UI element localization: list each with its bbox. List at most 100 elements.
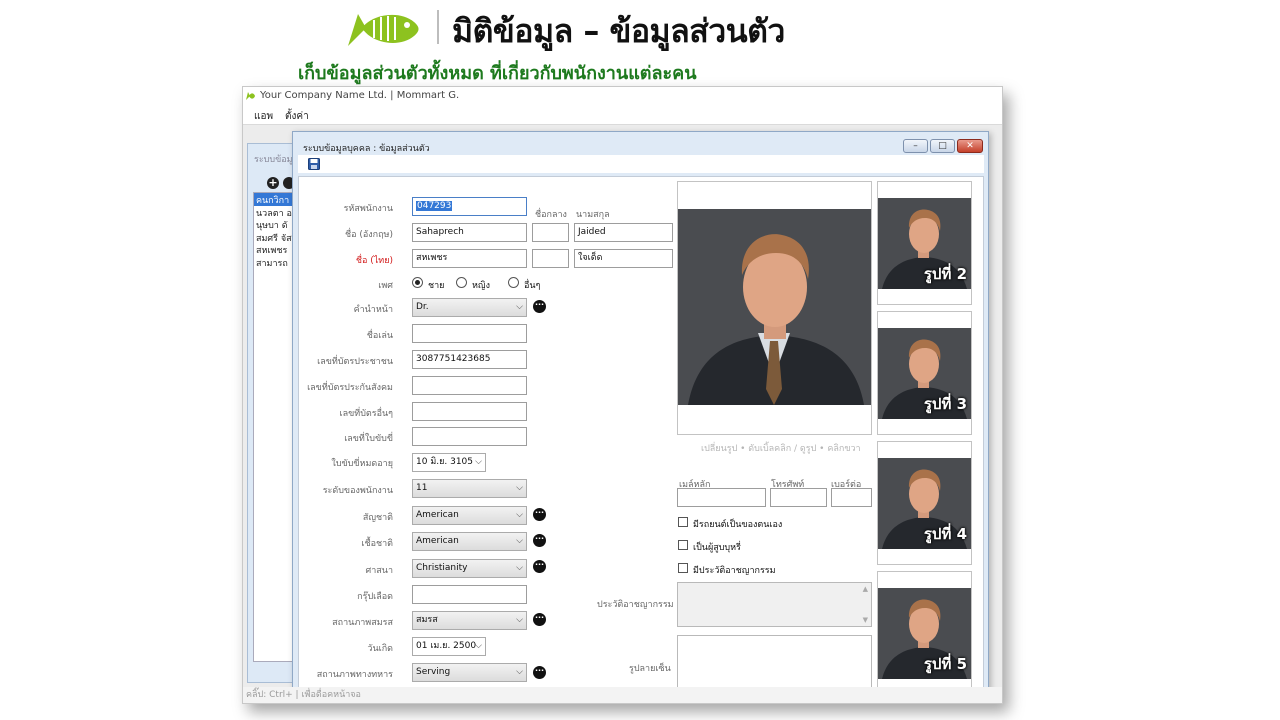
list-item[interactable]: สหเพชร [254,243,292,256]
first-name-en-input[interactable]: Sahaprech [412,223,527,242]
list-item[interactable]: สมศรี จัส [254,231,292,244]
list-item[interactable]: นุษบา ดั [254,218,292,231]
thumb-frame[interactable]: รูปที่ 3 [877,311,972,435]
chevron-down-icon: ⌵ [475,641,482,651]
smoker-checkbox[interactable] [678,540,688,550]
nickname-input[interactable] [412,324,527,343]
middle-name-th-input[interactable] [532,249,569,268]
id-card-label: เลขที่บัตรประชาชน [317,357,393,367]
chevron-down-icon: ⌵ [516,615,523,625]
fish-logo-icon [348,14,419,46]
thumb-frame[interactable]: รูปที่ 5 [877,571,972,690]
race-label: เชื้อชาติ [361,539,393,549]
military-select[interactable]: Serving ⌵ [412,663,527,682]
name-th-label: ชื่อ (ไทย) [355,256,393,266]
race-more-icon[interactable]: ··· [533,534,546,547]
chevron-down-icon: ⌵ [516,510,523,520]
license-input[interactable] [412,427,527,446]
first-name-th-input[interactable]: สหเพชร [412,249,527,268]
thumb-frame[interactable]: รูปที่ 4 [877,441,972,565]
religion-select[interactable]: Christianity ⌵ [412,559,527,578]
dialog-body: รหัสพนักงาน 047293 ชื่อกลาง นามสกุล ชื่อ… [298,176,984,690]
chevron-down-icon: ⌵ [516,536,523,546]
extension-input[interactable] [831,488,872,507]
license-label: เลขที่ใบขับขี่ [344,434,393,444]
other-card-input[interactable] [412,402,527,421]
scroll-up-icon[interactable]: ▲ [863,585,868,593]
status-bar: คลิ๊ป: Ctrl+ | เพื่อดื่อคหน้าจอ [243,687,1002,703]
scroll-down-icon[interactable]: ▼ [863,616,868,624]
signature-box[interactable] [677,635,872,690]
level-label: ระดับของพนักงาน [322,486,393,496]
page-subtitle: เก็บข้อมูลส่วนตัวทั้งหมด ที่เกี่ยวกับพนั… [298,63,697,84]
photo-hint: เปลี่ยนรูป • ดับเบิ้ลคลิก / ดูรูป • คลิก… [701,444,861,454]
religion-more-icon[interactable]: ··· [533,560,546,573]
add-icon[interactable]: + [267,177,279,189]
military-more-icon[interactable]: ··· [533,666,546,679]
gender-male-label: ชาย [428,281,445,291]
license-expiry-label: ใบขับขี่หมดอายุ [331,459,393,469]
minimize-button[interactable]: – [903,139,928,153]
middle-name-en-input[interactable] [532,223,569,242]
menu-app[interactable]: แอพ [254,109,273,124]
marital-select[interactable]: สมรส ⌵ [412,611,527,630]
own-car-label: มีรถยนต์เป็นของตนเอง [693,520,783,530]
smoker-label: เป็นผู้สูบบุหรี่ [693,543,741,553]
gender-other-label: อื่นๆ [524,281,541,291]
email-input[interactable] [677,488,766,507]
id-card-input[interactable]: 3087751423685 [412,350,527,369]
prefix-select[interactable]: Dr. ⌵ [412,298,527,317]
page-title: มิติข้อมูล – ข้อมูลส่วนตัว [452,12,785,50]
social-security-input[interactable] [412,376,527,395]
race-select[interactable]: American ⌵ [412,532,527,551]
criminal-record-checkbox[interactable] [678,563,688,573]
main-photo-frame[interactable] [677,181,872,435]
marital-label: สถานภาพสมรส [332,618,393,628]
chevron-down-icon: ⌵ [516,483,523,493]
employee-photo [678,209,871,405]
marital-more-icon[interactable]: ··· [533,613,546,626]
maximize-button[interactable]: □ [930,139,955,153]
gender-female-label: หญิง [472,281,490,291]
criminal-history-textarea[interactable]: ▲ ▼ [677,582,872,627]
thumb-photo: รูปที่ 2 [878,198,971,289]
portrait-image [678,209,871,405]
gender-male-radio[interactable] [412,277,423,288]
license-expiry-date[interactable]: 10 มิ.ย. 3105 ⌵ [412,453,486,472]
chevron-down-icon: ⌵ [516,667,523,677]
thumb-photo: รูปที่ 4 [878,458,971,549]
birth-date-picker[interactable]: 01 เม.ย. 2500 ⌵ [412,637,486,656]
list-item[interactable]: นวลตา อ [254,206,292,219]
nationality-label: สัญชาติ [362,513,393,523]
gender-female-radio[interactable] [456,277,467,288]
emp-id-input[interactable]: 047293 [412,197,527,216]
app-window: Your Company Name Ltd. | Mommart G. แอพ … [242,86,1003,704]
thumb-frame[interactable]: รูปที่ 2 [877,181,972,305]
military-label: สถานภาพทางทหาร [316,670,393,680]
criminal-record-label: มีประวัติอาชญากรรม [693,566,776,576]
thumb-label: รูปที่ 2 [923,265,967,283]
menu-settings[interactable]: ตั้งค่า [285,109,309,124]
own-car-checkbox[interactable] [678,517,688,527]
dialog-toolbar [298,155,984,173]
social-security-label: เลขที่บัตรประกันสังคม [307,383,393,393]
save-icon[interactable] [308,158,320,170]
nationality-more-icon[interactable]: ··· [533,508,546,521]
level-select[interactable]: 11 ⌵ [412,479,527,498]
surname-label: นามสกุล [576,210,610,220]
close-button[interactable]: ✕ [957,139,983,153]
last-name-en-input[interactable]: Jaided [574,223,673,242]
birth-date-label: วันเกิด [367,644,393,654]
list-item[interactable]: คนกวิกา [254,193,292,206]
employee-list-title: ระบบข้อมู [254,155,293,165]
name-en-label: ชื่อ (อังกฤษ) [344,230,393,240]
blood-group-input[interactable] [412,585,527,604]
thumb-label: รูปที่ 4 [923,525,967,543]
last-name-th-input[interactable]: ใจเด็ด [574,249,673,268]
phone-input[interactable] [770,488,827,507]
thumb-photo: รูปที่ 5 [878,588,971,679]
prefix-more-icon[interactable]: ··· [533,300,546,313]
gender-other-radio[interactable] [508,277,519,288]
list-item[interactable]: สามารถ [254,256,292,269]
nationality-select[interactable]: American ⌵ [412,506,527,525]
